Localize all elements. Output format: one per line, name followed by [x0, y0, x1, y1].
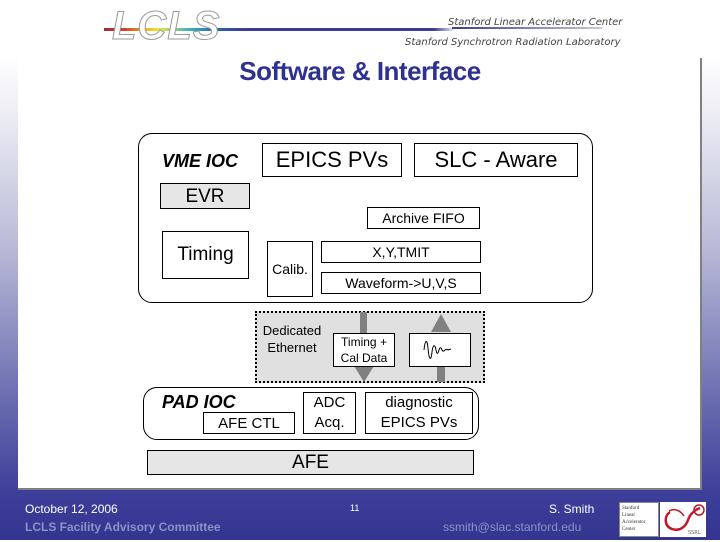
waveform-uvs-box: Waveform->U,V,S — [321, 272, 481, 294]
xy-tmit-box: X,Y,TMIT — [321, 241, 481, 263]
stanford-linear-accelerator-logo: Stanford Linear Accelerator Center — [619, 502, 659, 537]
calib-box: Calib. — [267, 241, 313, 297]
timing-cal-line2: Cal Data — [340, 351, 388, 365]
timing-cal-line1: Timing + — [341, 335, 387, 349]
org-name-ssrl: Stanford Synchrotron Radiation Laborator… — [405, 37, 621, 48]
logo-line: Center — [622, 527, 636, 532]
slide-title: Software & Interface — [239, 56, 481, 86]
evr-box: EVR — [160, 183, 250, 209]
pad-ioc-label: PAD IOC — [162, 392, 236, 412]
ssrl-logo: SSRL — [660, 502, 706, 537]
org-name-slac: Stanford Linear Accelerator Center — [448, 17, 623, 28]
vme-ioc-label: VME IOC — [162, 151, 239, 171]
lcls-logo: LCLS — [111, 4, 221, 49]
diagnostic-epics-pvs-box: diagnostic EPICS PVs — [365, 392, 473, 434]
diagnostic-line1: diagnostic — [385, 394, 453, 411]
logo-line: Linear — [622, 513, 636, 518]
archive-fifo-box: Archive FIFO — [367, 207, 480, 229]
logo-line: Accelerator — [622, 520, 646, 525]
waveform-box — [409, 333, 471, 367]
afe-ctl-box: AFE CTL — [203, 412, 295, 434]
adc-acq-box: ADC Acq. — [303, 392, 356, 434]
epics-pvs-box: EPICS PVs — [262, 143, 402, 177]
ssrl-logo-text: SSRL — [688, 530, 701, 536]
footer-date: October 12, 2006 — [25, 502, 118, 516]
adc-line2: Acq. — [314, 414, 345, 431]
ethernet-label-line1: Dedicated — [262, 323, 322, 338]
diagnostic-line2: EPICS PVs — [380, 414, 458, 431]
logo-line: Stanford — [622, 506, 640, 511]
timing-cal-data-box: Timing + Cal Data — [333, 333, 395, 367]
footer-committee: LCLS Facility Advisory Committee — [25, 520, 221, 534]
timing-box: Timing — [162, 231, 249, 279]
waveform-icon — [423, 341, 452, 359]
ssrl-ring-icon: SSRL — [664, 504, 705, 536]
footer-author: S. Smith — [549, 502, 595, 516]
adc-line1: ADC — [313, 394, 346, 411]
footer-email: ssmith@slac.stanford.edu — [443, 520, 582, 534]
dedicated-ethernet-label: Dedicated Ethernet — [259, 322, 325, 356]
page-number: 11 — [350, 503, 360, 513]
slc-aware-box: SLC - Aware — [414, 143, 578, 177]
afe-bar: AFE — [147, 450, 474, 475]
ethernet-label-line2: Ethernet — [267, 340, 317, 355]
